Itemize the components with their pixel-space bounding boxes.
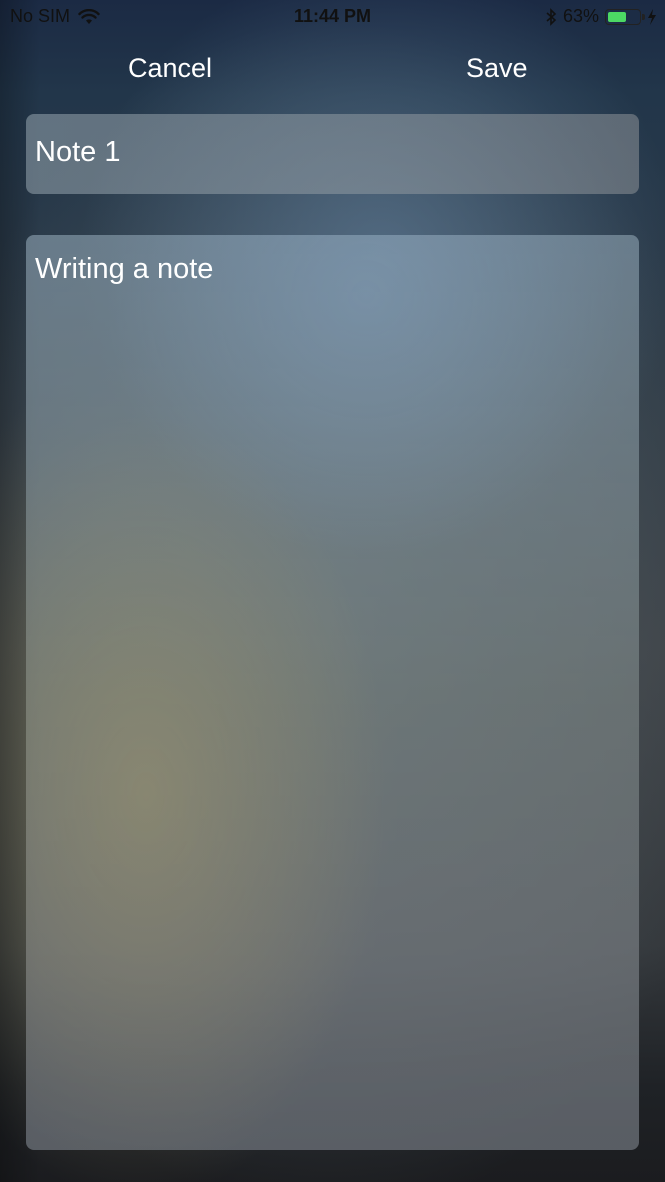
note-body-textarea[interactable]: Writing a note [26,235,639,1150]
note-title-text: Note 1 [35,136,121,168]
charging-bolt-icon [647,8,657,25]
cancel-button[interactable]: Cancel [128,48,212,88]
note-body-text: Writing a note [35,253,214,285]
battery-icon [605,8,645,25]
bluetooth-icon [545,7,557,26]
battery-percent: 63% [562,6,599,26]
save-button[interactable]: Save [466,48,528,88]
status-bar: No SIM 11:44 PM 63% [0,0,665,34]
note-title-field[interactable]: Note 1 [26,114,639,194]
status-right: 63% [545,6,657,27]
battery-level-fill [608,11,626,22]
